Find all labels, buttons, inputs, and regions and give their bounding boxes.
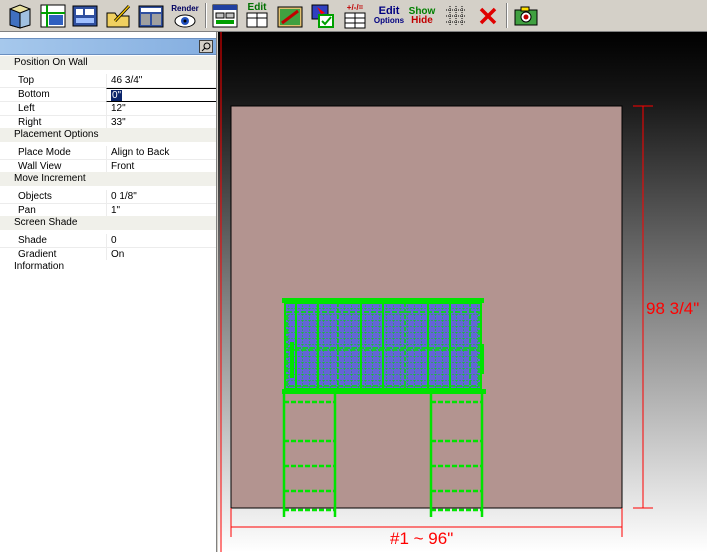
render-label: Render <box>171 3 199 13</box>
grid-toggle-button[interactable] <box>441 2 471 29</box>
edit-cabinet-button[interactable]: Edit <box>242 2 272 29</box>
row-value: 46 3/4" <box>106 74 216 88</box>
plusminus-label: +/-/= <box>346 2 364 12</box>
edit-options-label-bottom: Options <box>373 15 405 25</box>
cut-list-button[interactable] <box>210 2 240 29</box>
cabinet-library-button[interactable] <box>136 2 166 29</box>
delete-x-icon <box>479 7 497 24</box>
panel-header <box>0 38 216 55</box>
section-information[interactable]: Information <box>0 260 216 274</box>
row-objects[interactable]: Objects 0 1/8" <box>0 190 216 204</box>
delete-button[interactable] <box>474 2 502 29</box>
select-tool-button[interactable] <box>308 2 338 29</box>
edit-options-label-top: Edit <box>378 4 400 17</box>
row-value: 0 1/8" <box>106 190 216 204</box>
row-value: Align to Back <box>106 146 216 160</box>
floor-plan-button[interactable] <box>38 2 68 29</box>
edit-options-button[interactable]: Edit Options <box>372 2 406 29</box>
row-bottom[interactable]: Bottom 0" <box>0 88 216 102</box>
room-3d-view-button[interactable] <box>4 2 36 29</box>
row-key: Bottom <box>18 89 50 100</box>
section-screen-shade[interactable]: Screen Shade <box>0 216 216 230</box>
section-label: Move Increment <box>14 173 86 184</box>
camera-button[interactable] <box>511 2 541 29</box>
select-check-icon <box>311 4 334 28</box>
section-position-on-wall[interactable]: Position On Wall <box>0 56 216 70</box>
properties-panel: Position On Wall Top 46 3/4" Bottom 0" Lef… <box>0 32 217 552</box>
hide-label: Hide <box>411 14 433 26</box>
height-dimension-label: 98 3/4" <box>646 299 699 318</box>
materials-button[interactable] <box>275 2 305 29</box>
show-hide-button[interactable]: Show Hide <box>406 2 438 29</box>
elevation-canvas[interactable]: 98 3/4" #1 ~ 96" <box>218 32 707 552</box>
section-label: Placement Options <box>14 129 99 140</box>
row-shade[interactable]: Shade 0 <box>0 234 216 248</box>
width-dimension-label: #1 ~ 96" <box>390 529 453 548</box>
elevation-view-button[interactable] <box>70 2 100 29</box>
row-place-mode[interactable]: Place Mode Align to Back <box>0 146 216 160</box>
section-label: Position On Wall <box>14 57 88 68</box>
floor-plan-icon <box>40 4 66 27</box>
row-value: 0 <box>106 234 216 248</box>
elevation-drawing: 98 3/4" #1 ~ 96" <box>218 32 707 552</box>
camera-icon <box>514 6 538 25</box>
panel-pin-button[interactable] <box>199 40 213 53</box>
elevation-icon <box>72 5 98 26</box>
room-3d-icon <box>9 3 31 29</box>
grid-icon <box>446 5 466 26</box>
edit-label: Edit <box>247 2 267 13</box>
toolbar-separator <box>205 3 207 28</box>
materials-icon <box>277 6 303 27</box>
render-button[interactable]: Render <box>168 2 202 29</box>
row-top[interactable]: Top 46 3/4" <box>0 74 216 88</box>
bottom-value-selected: 0" <box>111 90 123 101</box>
row-key: Place Mode <box>18 147 71 158</box>
cabinet-library-icon <box>138 5 164 27</box>
row-key: Left <box>18 103 35 114</box>
section-label: Information <box>14 261 65 272</box>
row-left[interactable]: Left 12" <box>0 102 216 116</box>
upper-cabinet[interactable] <box>282 298 486 394</box>
cabinet-grid-icon <box>344 12 366 28</box>
toolbar-separator-2 <box>506 3 508 28</box>
row-key: Shade <box>18 235 47 246</box>
open-folder-button[interactable] <box>104 2 134 29</box>
pin-icon <box>201 42 210 51</box>
row-key: Top <box>18 75 35 86</box>
row-key: Objects <box>18 191 52 202</box>
section-move-increment[interactable]: Move Increment <box>0 172 216 186</box>
cut-list-icon <box>212 4 238 27</box>
eye-icon <box>174 14 196 27</box>
section-placement-options[interactable]: Placement Options <box>0 128 216 142</box>
main-toolbar: Render Edit +/-/= Edit Options Show Hide <box>0 0 707 32</box>
section-label: Screen Shade <box>14 217 78 228</box>
row-value: 12" <box>106 102 216 116</box>
bottom-input[interactable]: 0" <box>106 88 216 102</box>
folder-pencil-icon <box>106 4 131 27</box>
cabinet-edit-icon <box>246 12 268 28</box>
add-remove-button[interactable]: +/-/= <box>340 2 370 29</box>
